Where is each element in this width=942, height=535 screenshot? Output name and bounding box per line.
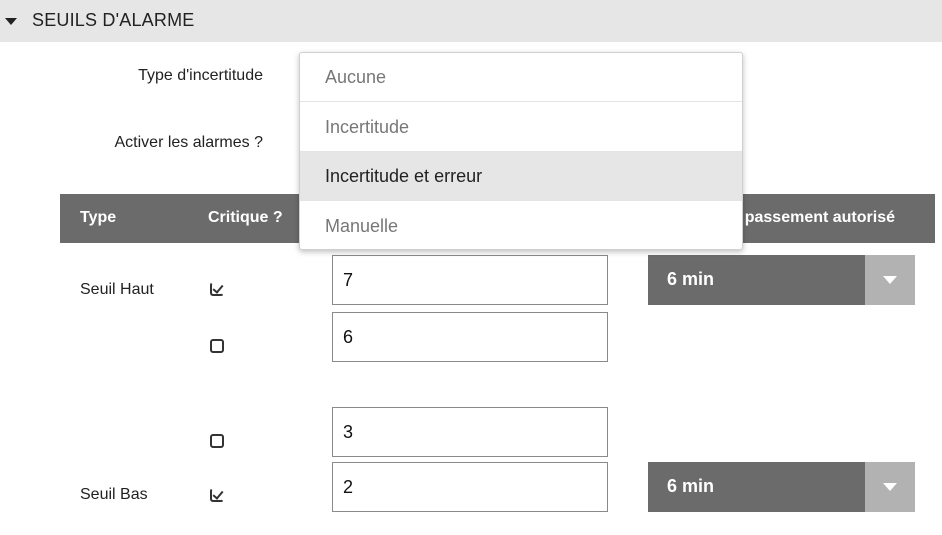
column-header-allowed-exceedance: passement autorisé bbox=[744, 209, 895, 226]
uncertainty-type-dropdown[interactable]: Aucune Incertitude Incertitude et erreur… bbox=[299, 52, 743, 250]
threshold-input-low-1[interactable] bbox=[332, 462, 608, 512]
chevron-down-icon bbox=[883, 276, 897, 284]
duration-select-low[interactable]: 6 min bbox=[648, 462, 915, 512]
critical-checkbox-low-1[interactable] bbox=[210, 488, 224, 502]
row-label-low-threshold: Seuil Bas bbox=[80, 486, 148, 503]
threshold-input-low-2[interactable] bbox=[332, 407, 608, 457]
column-header-critical: Critique ? bbox=[208, 209, 283, 226]
row-label-high-threshold: Seuil Haut bbox=[80, 281, 154, 298]
uncertainty-type-label: Type d'incertitude bbox=[138, 67, 263, 84]
critical-checkbox-high-2[interactable] bbox=[210, 339, 224, 353]
column-header-type: Type bbox=[80, 209, 117, 226]
chevron-down-icon bbox=[883, 483, 897, 491]
duration-dropdown-button[interactable] bbox=[865, 255, 915, 305]
section-title: SEUILS D'ALARME bbox=[32, 10, 195, 30]
duration-dropdown-button[interactable] bbox=[865, 462, 915, 512]
dropdown-option-uncertainty[interactable]: Incertitude bbox=[300, 103, 742, 152]
duration-value: 6 min bbox=[667, 269, 715, 289]
duration-select-high[interactable]: 6 min bbox=[648, 255, 915, 305]
dropdown-option-uncertainty-and-error[interactable]: Incertitude et erreur bbox=[300, 152, 742, 201]
section-header-alarm-thresholds[interactable]: SEUILS D'ALARME bbox=[0, 0, 942, 42]
critical-checkbox-low-2[interactable] bbox=[210, 434, 224, 448]
threshold-input-high-1[interactable] bbox=[332, 255, 608, 305]
duration-value: 6 min bbox=[667, 476, 715, 496]
enable-alarms-label: Activer les alarmes ? bbox=[114, 134, 264, 151]
dropdown-option-none[interactable]: Aucune bbox=[300, 53, 742, 102]
dropdown-option-manual[interactable]: Manuelle bbox=[300, 202, 742, 249]
critical-checkbox-high-1[interactable] bbox=[210, 282, 224, 296]
caret-down-icon[interactable] bbox=[5, 18, 17, 25]
threshold-input-high-2[interactable] bbox=[332, 312, 608, 362]
